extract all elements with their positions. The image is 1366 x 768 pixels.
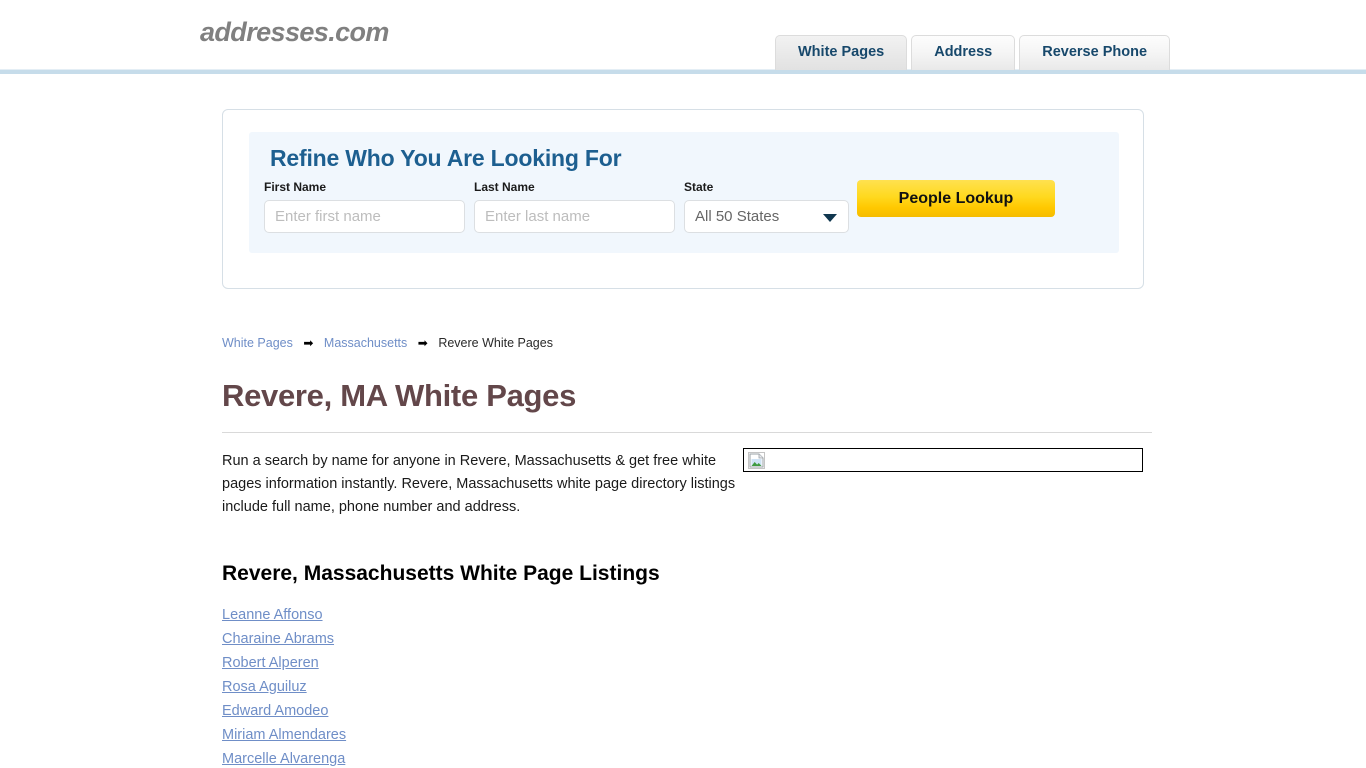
broken-image-icon — [748, 452, 765, 469]
refine-heading: Refine Who You Are Looking For — [270, 145, 622, 171]
breadcrumb-item-massachusetts[interactable]: Massachusetts — [324, 336, 407, 350]
breadcrumb-arrow-icon: ➡ — [303, 336, 314, 350]
first-name-field-group: First Name — [264, 180, 465, 233]
list-item: Rosa Aguiluz — [222, 678, 1152, 702]
list-item: Miriam Almendares — [222, 726, 1152, 750]
breadcrumb-item-white-pages[interactable]: White Pages — [222, 336, 293, 350]
state-select-wrapper: All 50 States — [684, 200, 849, 233]
site-logo[interactable]: addresses.com — [200, 17, 389, 48]
site-header: addresses.com White Pages Address Revers… — [0, 0, 1366, 70]
listing-link[interactable]: Robert Alperen — [222, 655, 319, 671]
tab-reverse-phone[interactable]: Reverse Phone — [1019, 35, 1171, 70]
people-lookup-button[interactable]: People Lookup — [857, 180, 1055, 217]
tab-white-pages[interactable]: White Pages — [775, 35, 908, 70]
listing-link[interactable]: Charaine Abrams — [222, 631, 334, 647]
state-field-group: State All 50 States — [684, 180, 849, 233]
search-card: Refine Who You Are Looking For First Nam… — [222, 109, 1144, 289]
listing-link[interactable]: Miriam Almendares — [222, 727, 346, 743]
listing-link[interactable]: Edward Amodeo — [222, 703, 328, 719]
listings-list: Leanne Affonso Charaine Abrams Robert Al… — [222, 606, 1152, 768]
listings-heading: Revere, Massachusetts White Page Listing… — [222, 562, 660, 585]
main-content: White Pages ➡ Massachusetts ➡ Revere Whi… — [222, 334, 1152, 768]
list-item: Charaine Abrams — [222, 630, 1152, 654]
first-name-label: First Name — [264, 180, 327, 194]
listing-link[interactable]: Rosa Aguiluz — [222, 679, 307, 695]
intro-row: Run a search by name for anyone in Rever… — [222, 448, 1152, 520]
list-item: Edward Amodeo — [222, 702, 1152, 726]
state-label: State — [684, 180, 714, 194]
list-item: Robert Alperen — [222, 654, 1152, 678]
listing-link[interactable]: Leanne Affonso — [222, 607, 323, 623]
list-item: Marcelle Alvarenga — [222, 750, 1152, 768]
last-name-input[interactable] — [474, 200, 675, 233]
last-name-label: Last Name — [474, 180, 535, 194]
refine-search-panel: Refine Who You Are Looking For First Nam… — [249, 132, 1119, 253]
first-name-input[interactable] — [264, 200, 465, 233]
page-title: Revere, MA White Pages — [222, 378, 577, 413]
broken-image-glyph — [749, 453, 764, 468]
breadcrumb-arrow-icon: ➡ — [417, 336, 428, 350]
intro-paragraph: Run a search by name for anyone in Rever… — [222, 453, 736, 515]
title-divider — [222, 432, 1152, 433]
header-divider — [0, 70, 1366, 74]
state-select[interactable]: All 50 States — [684, 200, 849, 233]
last-name-field-group: Last Name — [474, 180, 675, 233]
listing-link[interactable]: Marcelle Alvarenga — [222, 751, 345, 767]
broken-image-placeholder — [743, 448, 1143, 472]
list-item: Leanne Affonso — [222, 606, 1152, 630]
breadcrumb: White Pages ➡ Massachusetts ➡ Revere Whi… — [222, 334, 1152, 352]
main-navigation-tabs: White Pages Address Reverse Phone — [775, 35, 1171, 70]
tab-address[interactable]: Address — [911, 35, 1016, 70]
breadcrumb-item-current: Revere White Pages — [438, 336, 553, 350]
